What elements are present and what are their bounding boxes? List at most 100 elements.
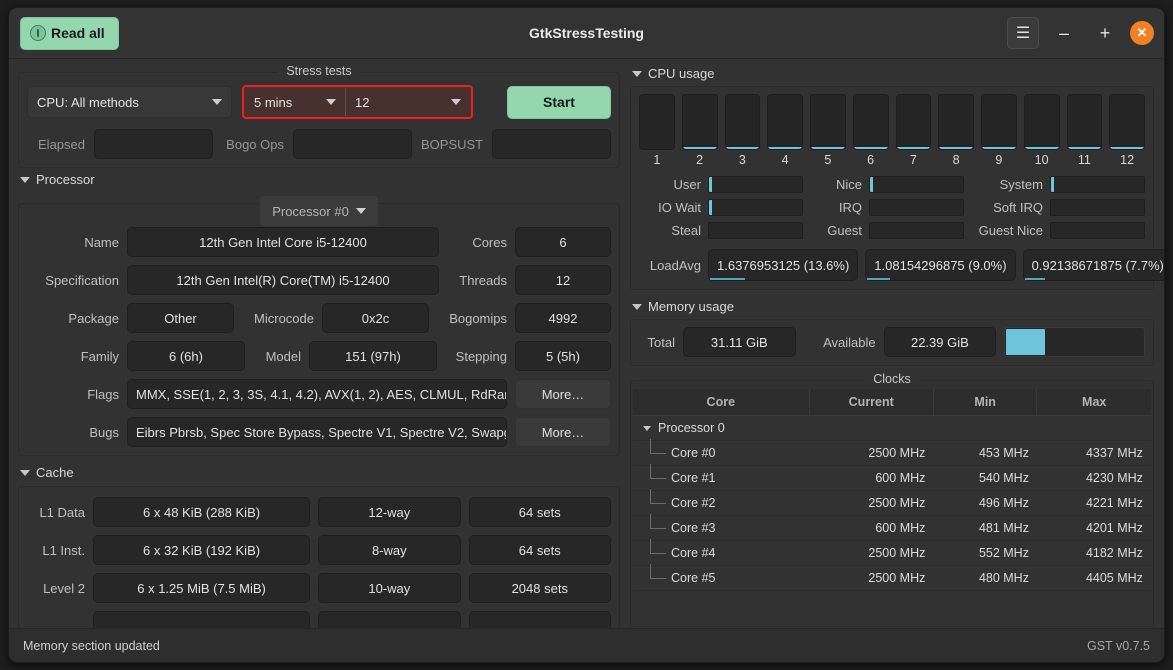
- clocks-group-row[interactable]: Processor 0: [633, 416, 1151, 441]
- cache-size: 6 x 1.25 MiB (7.5 MiB): [93, 573, 310, 603]
- memory-usage-expander[interactable]: Memory usage: [630, 295, 1154, 317]
- clocks-current: 2500 MHz: [809, 541, 933, 566]
- tree-branch-icon: [645, 573, 671, 583]
- cpu-core-usage: 3: [725, 94, 761, 167]
- processor-selector-value: Processor #0: [272, 204, 349, 219]
- loadavg-1min: 1.6376953125 (13.6%): [708, 249, 858, 281]
- cpu-core-usage-fill: [811, 147, 845, 149]
- cpu-stat-label: IO Wait: [639, 200, 701, 215]
- highlighted-stress-options: 5 mins 12: [242, 85, 473, 119]
- start-button[interactable]: Start: [507, 86, 611, 119]
- cpu-core-number: 3: [739, 153, 746, 167]
- triangle-down-icon: [632, 71, 642, 77]
- cpu-core-number: 4: [782, 153, 789, 167]
- hamburger-menu-icon[interactable]: ☰: [1007, 17, 1039, 49]
- cpu-stat-bar: [1050, 222, 1145, 239]
- chevron-down-icon: [451, 99, 461, 105]
- clocks-min: 453 MHz: [933, 441, 1037, 466]
- loadavg-5min-indicator: [867, 278, 890, 280]
- cache-sets: 64 sets: [469, 497, 611, 527]
- chevron-down-icon: [356, 208, 366, 214]
- triangle-down-icon: [20, 470, 30, 476]
- bopsust-label: BOPSUST: [421, 137, 483, 152]
- table-row[interactable]: Core #42500 MHz552 MHz4182 MHz: [633, 541, 1151, 566]
- cpu-usage-breakdown: UserNiceSystemIO WaitIRQSoft IRQStealGue…: [639, 176, 1145, 239]
- table-row[interactable]: Core #02500 MHz453 MHz4337 MHz: [633, 441, 1151, 466]
- memory-row: Total 31.11 GiB Available 22.39 GiB: [639, 327, 1145, 357]
- cpu-core-usage-box: [981, 94, 1017, 150]
- processor-family-row: Family 6 (6h) Model 151 (97h) Stepping 5…: [27, 341, 611, 371]
- table-row[interactable]: Core #1600 MHz540 MHz4230 MHz: [633, 466, 1151, 491]
- cache-section: L1 Data 6 x 48 KiB (288 KiB) 12-way 64 s…: [18, 486, 620, 628]
- package-value: Other: [127, 303, 234, 333]
- family-value: 6 (6h): [127, 341, 245, 371]
- cpu-core-usage: 10: [1024, 94, 1060, 167]
- cache-section-expander[interactable]: Cache: [18, 461, 620, 483]
- stepping-label: Stepping: [445, 349, 507, 364]
- memory-usage-section: Total 31.11 GiB Available 22.39 GiB: [630, 319, 1154, 366]
- cache-ways: 10-way: [318, 573, 460, 603]
- clocks-core-name: Core #0: [671, 446, 715, 460]
- left-panel: Stress tests CPU: All methods 5 mins: [9, 59, 626, 628]
- cache-sets: 64 sets: [469, 535, 611, 565]
- clocks-header-max[interactable]: Max: [1037, 389, 1151, 416]
- clocks-table: Core Current Min Max Processor 0Core #02…: [633, 389, 1151, 591]
- cpu-core-usage-box: [682, 94, 718, 150]
- processor-selector[interactable]: Processor #0: [259, 195, 379, 227]
- read-all-button[interactable]: Read all: [20, 17, 119, 50]
- cache-row-label: Level 2: [27, 581, 85, 596]
- cpu-core-usage-box: [810, 94, 846, 150]
- stress-threads-select[interactable]: 12: [345, 88, 470, 116]
- loadavg-label: LoadAvg: [639, 258, 701, 273]
- clocks-current: 600 MHz: [809, 516, 933, 541]
- stress-duration-select[interactable]: 5 mins: [245, 88, 345, 116]
- model-label: Model: [253, 349, 301, 364]
- flags-more-button[interactable]: More…: [515, 379, 611, 409]
- clocks-header-row: Core Current Min Max: [633, 389, 1151, 416]
- close-icon[interactable]: ✕: [1130, 21, 1154, 45]
- read-all-label: Read all: [51, 25, 105, 41]
- stress-method-select[interactable]: CPU: All methods: [27, 86, 232, 118]
- table-row[interactable]: Core #22500 MHz496 MHz4221 MHz: [633, 491, 1151, 516]
- cpu-usage-expander[interactable]: CPU usage: [630, 62, 1154, 84]
- cpu-stat-bar: [869, 199, 964, 216]
- elapsed-label: Elapsed: [27, 137, 85, 152]
- processor-flags-row: Flags MMX, SSE(1, 2, 3, 3S, 4.1, 4.2), A…: [27, 379, 611, 409]
- table-row[interactable]: Core #52500 MHz480 MHz4405 MHz: [633, 566, 1151, 591]
- clocks-min: 540 MHz: [933, 466, 1037, 491]
- cpu-core-usage-box: [767, 94, 803, 150]
- stress-threads-value: 12: [355, 95, 369, 110]
- table-row[interactable]: Core #3600 MHz481 MHz4201 MHz: [633, 516, 1151, 541]
- clocks-max: 4230 MHz: [1037, 466, 1151, 491]
- cache-size: 6 x 48 KiB (288 KiB): [93, 497, 310, 527]
- cpu-core-usage: 12: [1109, 94, 1145, 167]
- loadavg-15min-indicator: [1025, 278, 1045, 280]
- clocks-header-core[interactable]: Core: [633, 389, 809, 416]
- cpu-stat-bar: [869, 222, 964, 239]
- clocks-header-current[interactable]: Current: [809, 389, 933, 416]
- stress-method-value: CPU: All methods: [37, 95, 139, 110]
- bugs-more-button[interactable]: More…: [515, 417, 611, 447]
- cpu-core-usage-fill: [1068, 147, 1102, 149]
- cpu-stat-label: Nice: [810, 177, 862, 192]
- cache-ways: 12-way: [318, 497, 460, 527]
- tree-branch-icon: [645, 448, 671, 458]
- cache-row-partial: [27, 611, 611, 628]
- cpu-core-usage: 1: [639, 94, 675, 167]
- family-label: Family: [27, 349, 119, 364]
- clocks-max: 4182 MHz: [1037, 541, 1151, 566]
- triangle-down-icon: [643, 426, 651, 431]
- clocks-header-min[interactable]: Min: [933, 389, 1037, 416]
- maximize-icon[interactable]: +: [1089, 17, 1121, 49]
- clocks-max: 4221 MHz: [1037, 491, 1151, 516]
- memory-available-value: 22.39 GiB: [884, 327, 997, 357]
- cpu-core-usage-fill: [897, 147, 931, 149]
- memory-total-label: Total: [639, 335, 675, 350]
- bogo-ops-label: Bogo Ops: [222, 137, 284, 152]
- cache-row: Level 2 6 x 1.25 MiB (7.5 MiB) 10-way 20…: [27, 573, 611, 603]
- minimize-icon[interactable]: –: [1048, 17, 1080, 49]
- clocks-min: 480 MHz: [933, 566, 1037, 591]
- name-value: 12th Gen Intel Core i5-12400: [127, 227, 439, 257]
- clocks-core-name: Core #2: [671, 496, 715, 510]
- processor-section-expander[interactable]: Processor: [18, 168, 620, 190]
